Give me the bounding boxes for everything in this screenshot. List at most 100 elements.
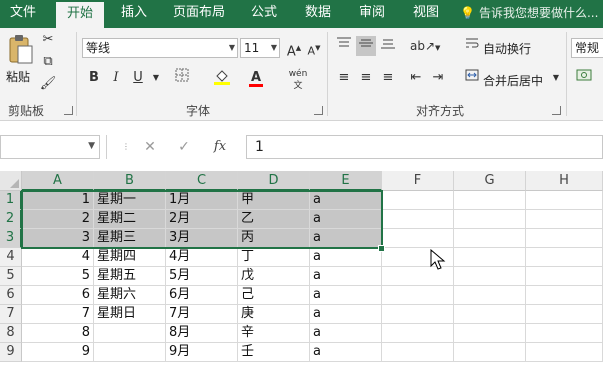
cell-f7[interactable] bbox=[382, 305, 454, 324]
fill-color-icon[interactable] bbox=[212, 68, 232, 88]
align-right-icon[interactable]: ≡ bbox=[378, 68, 398, 88]
cell-d1[interactable]: 甲 bbox=[238, 191, 310, 210]
font-color-icon[interactable]: A bbox=[246, 68, 266, 88]
align-middle-icon[interactable] bbox=[356, 36, 376, 56]
cell-e9[interactable]: a bbox=[310, 343, 382, 362]
phonetic-guide-icon[interactable]: wén 文 bbox=[288, 68, 308, 91]
wrap-text-label[interactable]: 自动换行 bbox=[483, 40, 531, 57]
cell-b5[interactable]: 星期五 bbox=[94, 267, 166, 286]
column-header-f[interactable]: F bbox=[382, 171, 454, 191]
currency-icon[interactable] bbox=[574, 68, 594, 88]
cell-b1[interactable]: 星期一 bbox=[94, 191, 166, 210]
cell-d4[interactable]: 丁 bbox=[238, 248, 310, 267]
orientation-icon[interactable]: ab↗▼ bbox=[410, 36, 440, 56]
increase-indent-icon[interactable]: ⇥ bbox=[428, 68, 448, 88]
cell-h7[interactable] bbox=[526, 305, 603, 324]
decrease-indent-icon[interactable]: ⇤ bbox=[406, 68, 426, 88]
cell-a8[interactable]: 8 bbox=[22, 324, 94, 343]
cell-b3[interactable]: 星期三 bbox=[94, 229, 166, 248]
cell-c3[interactable]: 3月 bbox=[166, 229, 238, 248]
cell-a7[interactable]: 7 bbox=[22, 305, 94, 324]
cell-g4[interactable] bbox=[454, 248, 526, 267]
alignment-launcher-icon[interactable] bbox=[552, 106, 561, 115]
cell-e3[interactable]: a bbox=[310, 229, 382, 248]
merge-dropdown-icon[interactable]: ▼ bbox=[546, 68, 566, 88]
cell-f2[interactable] bbox=[382, 210, 454, 229]
italic-button[interactable]: I bbox=[106, 68, 126, 88]
copy-icon[interactable]: ⧉ bbox=[38, 52, 58, 72]
column-header-h[interactable]: H bbox=[526, 171, 603, 191]
font-launcher-icon[interactable] bbox=[314, 106, 323, 115]
clipboard-launcher-icon[interactable] bbox=[64, 106, 73, 115]
column-header-c[interactable]: C bbox=[166, 171, 238, 191]
cell-a1[interactable]: 1 bbox=[22, 191, 94, 210]
cell-c8[interactable]: 8月 bbox=[166, 324, 238, 343]
tell-me-box[interactable]: 💡 告诉我您想要做什么... bbox=[460, 0, 598, 28]
cell-h3[interactable] bbox=[526, 229, 603, 248]
cell-e6[interactable]: a bbox=[310, 286, 382, 305]
cancel-icon[interactable]: ✕ bbox=[138, 135, 162, 159]
cell-b8[interactable] bbox=[94, 324, 166, 343]
tab-page-layout[interactable]: 页面布局 bbox=[166, 0, 232, 28]
paste-button[interactable] bbox=[6, 32, 36, 66]
cell-g3[interactable] bbox=[454, 229, 526, 248]
row-header-2[interactable]: 2 bbox=[0, 210, 22, 229]
cell-c1[interactable]: 1月 bbox=[166, 191, 238, 210]
formula-input[interactable]: 1 bbox=[246, 135, 603, 159]
name-box[interactable]: ▼ bbox=[0, 135, 100, 159]
cell-a9[interactable]: 9 bbox=[22, 343, 94, 362]
cell-g6[interactable] bbox=[454, 286, 526, 305]
cell-g7[interactable] bbox=[454, 305, 526, 324]
cell-f9[interactable] bbox=[382, 343, 454, 362]
bold-button[interactable]: B bbox=[84, 68, 104, 88]
cell-f6[interactable] bbox=[382, 286, 454, 305]
cell-h8[interactable] bbox=[526, 324, 603, 343]
align-center-icon[interactable]: ≡ bbox=[356, 68, 376, 88]
row-header-8[interactable]: 8 bbox=[0, 324, 22, 343]
tab-home[interactable]: 开始 bbox=[56, 2, 104, 28]
cell-c7[interactable]: 7月 bbox=[166, 305, 238, 324]
cell-h2[interactable] bbox=[526, 210, 603, 229]
column-header-g[interactable]: G bbox=[454, 171, 526, 191]
cell-a6[interactable]: 6 bbox=[22, 286, 94, 305]
column-header-d[interactable]: D bbox=[238, 171, 310, 191]
cell-d8[interactable]: 辛 bbox=[238, 324, 310, 343]
formula-bar-grip-icon[interactable]: ⋮ bbox=[114, 135, 138, 159]
cell-g9[interactable] bbox=[454, 343, 526, 362]
align-top-icon[interactable] bbox=[334, 36, 354, 56]
font-name-dropdown[interactable]: 等线 ▼ bbox=[82, 38, 238, 58]
grow-font-icon[interactable]: A▲ bbox=[284, 38, 304, 59]
cell-f3[interactable] bbox=[382, 229, 454, 248]
cell-e4[interactable]: a bbox=[310, 248, 382, 267]
underline-button[interactable]: U bbox=[128, 68, 148, 88]
align-bottom-icon[interactable] bbox=[378, 36, 398, 56]
row-header-1[interactable]: 1 bbox=[0, 191, 22, 210]
cell-e8[interactable]: a bbox=[310, 324, 382, 343]
cell-f8[interactable] bbox=[382, 324, 454, 343]
cell-f1[interactable] bbox=[382, 191, 454, 210]
cell-h1[interactable] bbox=[526, 191, 603, 210]
cell-b4[interactable]: 星期四 bbox=[94, 248, 166, 267]
row-header-4[interactable]: 4 bbox=[0, 248, 22, 267]
number-format-dropdown[interactable]: 常规 bbox=[571, 38, 603, 58]
cell-d9[interactable]: 壬 bbox=[238, 343, 310, 362]
cell-d3[interactable]: 丙 bbox=[238, 229, 310, 248]
align-left-icon[interactable]: ≡ bbox=[334, 68, 354, 88]
format-painter-icon[interactable]: 🖌 bbox=[38, 74, 58, 94]
tab-file[interactable]: 文件 bbox=[0, 0, 46, 28]
merge-center-icon[interactable] bbox=[462, 68, 482, 88]
cell-d7[interactable]: 庚 bbox=[238, 305, 310, 324]
column-header-b[interactable]: B bbox=[94, 171, 166, 191]
cell-a2[interactable]: 2 bbox=[22, 210, 94, 229]
cell-b6[interactable]: 星期六 bbox=[94, 286, 166, 305]
select-all-button[interactable] bbox=[0, 171, 22, 191]
cell-g2[interactable] bbox=[454, 210, 526, 229]
cell-e1[interactable]: a bbox=[310, 191, 382, 210]
cell-g8[interactable] bbox=[454, 324, 526, 343]
cell-h4[interactable] bbox=[526, 248, 603, 267]
cell-b2[interactable]: 星期二 bbox=[94, 210, 166, 229]
cell-g5[interactable] bbox=[454, 267, 526, 286]
cell-a3[interactable]: 3 bbox=[22, 229, 94, 248]
tab-formulas[interactable]: 公式 bbox=[242, 0, 286, 28]
enter-icon[interactable]: ✓ bbox=[172, 135, 196, 159]
